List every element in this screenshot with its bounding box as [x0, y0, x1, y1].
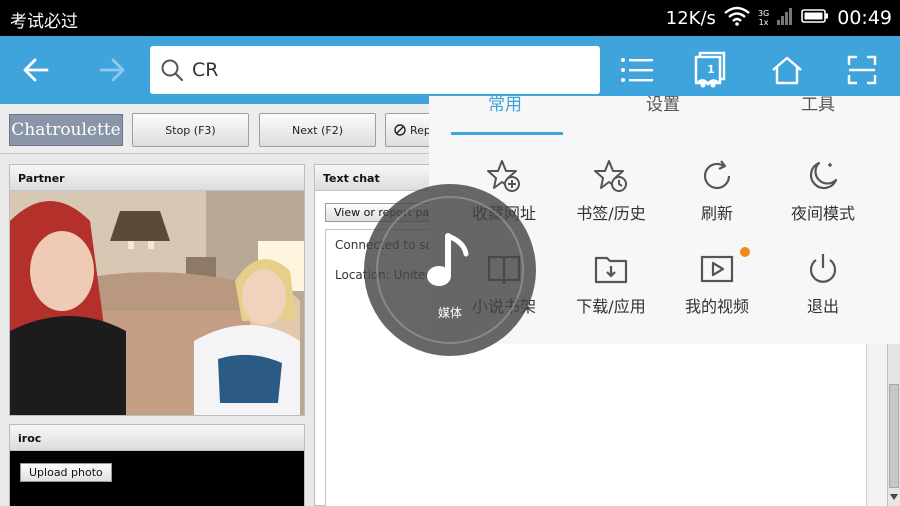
refresh-icon [703, 160, 731, 190]
network-3g-label: 3G [757, 9, 770, 18]
moon-icon [809, 161, 838, 190]
tab-tools[interactable]: 工具 [801, 96, 835, 115]
menu-item-label: 下载/应用 [576, 297, 646, 316]
stop-button[interactable]: Stop (F3) [132, 113, 249, 147]
browser-toolbar: CR 1 [0, 36, 900, 104]
mobile-network-indicator: 3G 1x [758, 9, 769, 27]
report-button-label: Rep [410, 123, 431, 137]
network-speed: 12K/s [665, 7, 716, 29]
tab-common[interactable]: 常用 [488, 96, 522, 115]
page-scrollbar[interactable] [866, 344, 900, 506]
menu-item-bookmarks-history[interactable]: 书签/历史 [558, 158, 664, 238]
partner-video [10, 191, 304, 415]
network-1x-label: 1x [758, 18, 769, 27]
forward-button[interactable] [88, 46, 136, 94]
menu-item-night-mode[interactable]: 夜间模式 [770, 158, 876, 238]
menu-item-label: 退出 [806, 297, 839, 316]
home-button[interactable] [763, 46, 811, 94]
address-bar[interactable]: CR [150, 46, 600, 94]
menu-item-label: 夜间模式 [790, 204, 855, 223]
menu-tabs: 常用 设置 工具 [429, 96, 900, 136]
wifi-icon [724, 6, 750, 30]
menu-item-label: 刷新 [700, 204, 733, 223]
battery-icon [801, 8, 829, 28]
site-logo[interactable]: Chatroulette [9, 114, 123, 146]
tabs-button[interactable]: 1 [688, 46, 736, 94]
menu-button[interactable] [613, 46, 661, 94]
self-title: iroc [10, 425, 304, 451]
menu-item-label: 我的视频 [684, 297, 749, 316]
upload-photo-button[interactable]: Upload photo [20, 463, 112, 482]
media-floating-button[interactable]: 媒体 [364, 184, 536, 356]
screen: 考试必过 12K/s 3G 1x 00:49 CR 1 Chatroulette… [0, 0, 900, 506]
fullscreen-button[interactable] [838, 46, 886, 94]
arrow-left-icon [23, 58, 49, 82]
active-tab-indicator [451, 132, 563, 135]
self-panel: iroc Upload photo [9, 424, 305, 506]
star-plus-icon [487, 160, 520, 192]
music-note-icon [427, 233, 469, 286]
report-icon [394, 124, 406, 136]
menu-item-label: 书签/历史 [576, 204, 646, 223]
menu-item-refresh[interactable]: 刷新 [664, 158, 770, 238]
tab-settings[interactable]: 设置 [646, 96, 680, 115]
media-label: 媒体 [437, 306, 462, 320]
clock: 00:49 [837, 7, 892, 29]
search-icon [160, 58, 184, 86]
menu-item-exit[interactable]: 退出 [770, 251, 876, 331]
star-clock-icon [594, 160, 627, 192]
address-text: CR [192, 59, 219, 81]
partner-title: Partner [10, 165, 304, 191]
power-icon [809, 254, 837, 283]
next-button[interactable]: Next (F2) [259, 113, 376, 147]
download-folder-icon [594, 256, 628, 284]
arrow-right-icon [99, 58, 125, 82]
fullscreen-icon [847, 55, 877, 85]
status-bar: 考试必过 12K/s 3G 1x 00:49 [0, 0, 900, 36]
menu-item-my-videos[interactable]: 我的视频 [664, 247, 770, 331]
video-play-icon [700, 255, 734, 283]
status-indicators: 12K/s 3G 1x 00:49 [666, 0, 892, 36]
back-button[interactable] [12, 46, 60, 94]
signal-icon [777, 6, 793, 30]
scroll-down-arrow-icon[interactable] [889, 492, 899, 502]
list-menu-icon [621, 58, 653, 82]
menu-item-downloads-apps[interactable]: 下载/应用 [558, 251, 664, 331]
status-app-title: 考试必过 [10, 12, 78, 32]
partner-panel: Partner [9, 164, 305, 416]
scrollbar-thumb[interactable] [889, 384, 899, 488]
notification-badge [740, 247, 750, 257]
home-icon [772, 56, 802, 85]
tab-count: 1 [707, 63, 715, 76]
